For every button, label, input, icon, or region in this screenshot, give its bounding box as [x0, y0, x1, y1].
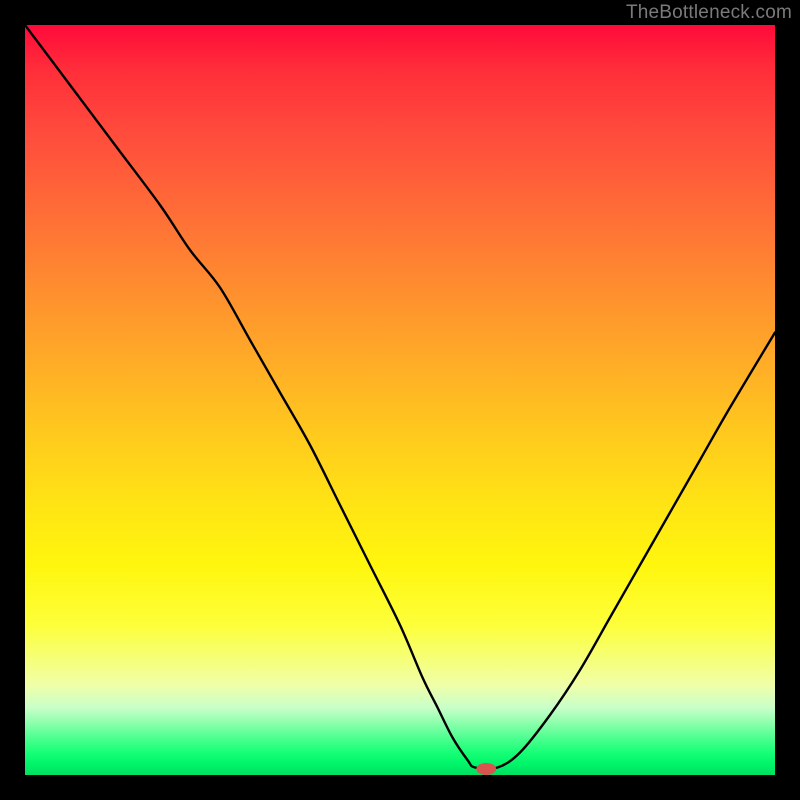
watermark-text: TheBottleneck.com	[626, 2, 792, 24]
optimal-marker-icon	[476, 763, 496, 775]
chart-svg	[25, 25, 775, 775]
plot-area	[25, 25, 775, 775]
bottleneck-curve-line	[25, 25, 775, 769]
chart-frame: TheBottleneck.com	[0, 0, 800, 800]
